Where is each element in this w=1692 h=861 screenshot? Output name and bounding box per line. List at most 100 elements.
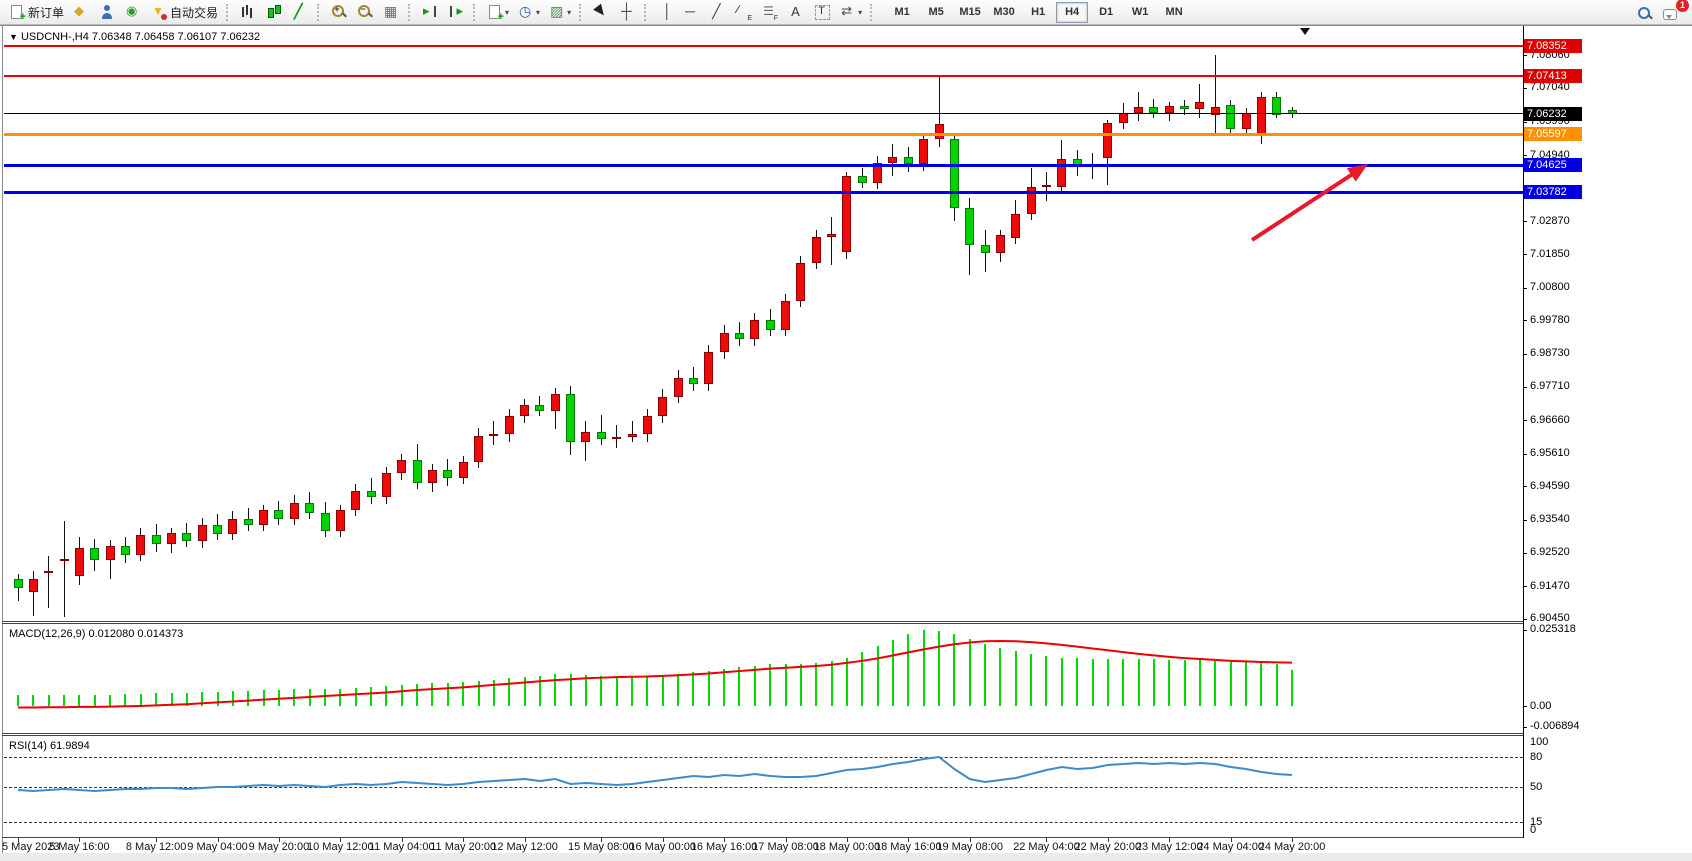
candle [136, 535, 145, 555]
price-tick [1523, 586, 1527, 587]
candle [152, 535, 161, 545]
candle [106, 546, 115, 560]
candle [198, 525, 207, 541]
market-icon [72, 3, 90, 21]
crosshair-button[interactable] [614, 1, 640, 24]
fibonacci-button[interactable] [757, 1, 783, 24]
candle [1119, 113, 1128, 123]
macd-histogram-bar [1260, 662, 1262, 706]
candle [704, 352, 713, 384]
templates-button[interactable]: ▾ [544, 1, 575, 24]
timeframe-h1[interactable]: H1 [1022, 2, 1054, 23]
price-tick-label: 6.97710 [1530, 380, 1570, 392]
signals-button[interactable] [94, 1, 120, 24]
zoom-in-button[interactable]: + [326, 1, 352, 24]
candle [428, 470, 437, 483]
time-label: 5 May 16:00 [39, 841, 119, 853]
price-level-line [4, 75, 1523, 77]
price-badge: 7.04625 [1524, 158, 1582, 172]
arrows-button[interactable]: ▾ [835, 1, 866, 24]
price-level-line [4, 191, 1523, 194]
price-tick-label: 7.02870 [1530, 215, 1570, 227]
macd-histogram-bar [124, 694, 126, 706]
chevron-down-icon: ▾ [505, 8, 509, 17]
rsi-axis-label: 50 [1530, 781, 1542, 793]
candle [1180, 106, 1189, 109]
arrows-icon [839, 3, 857, 21]
zoom-out-button[interactable]: − [352, 1, 378, 24]
periods-button[interactable]: ▾ [513, 1, 544, 24]
macd-axis-label: -0.006894 [1530, 720, 1580, 732]
price-tick-label: 6.93540 [1530, 513, 1570, 525]
indicators-button[interactable]: ▾ [482, 1, 513, 24]
timeframe-m5[interactable]: M5 [920, 2, 952, 23]
price-tick [1523, 553, 1527, 554]
macd-histogram-bar [1230, 661, 1232, 706]
autotrade-button[interactable]: 自动交易 [146, 1, 222, 24]
tile-windows-button[interactable] [378, 1, 404, 24]
macd-histogram-bar [431, 683, 433, 706]
new-order-button[interactable]: 新订单 [4, 1, 68, 24]
price-tick-label: 7.01850 [1530, 248, 1570, 260]
collapse-triangle-icon[interactable]: ▼ [9, 32, 18, 42]
notifications-button[interactable]: 1 [1658, 2, 1684, 25]
macd-histogram-bar [447, 683, 449, 706]
timeframe-d1[interactable]: D1 [1090, 2, 1122, 23]
chart-shift-marker-icon[interactable] [1300, 28, 1310, 35]
candle [796, 263, 805, 301]
bar-chart-button[interactable] [235, 1, 261, 24]
panel-divider[interactable] [2, 621, 1523, 622]
line-chart-button[interactable] [287, 1, 313, 24]
macd-histogram-bar [524, 677, 526, 706]
timeframe-m30[interactable]: M30 [988, 2, 1020, 23]
candle-chart-button[interactable] [261, 1, 287, 24]
macd-histogram-bar [462, 682, 464, 706]
timeframe-h4[interactable]: H4 [1056, 2, 1088, 23]
price-level-line [4, 45, 1523, 47]
text-label-button[interactable] [809, 1, 835, 24]
timeframe-m1[interactable]: M1 [886, 2, 918, 23]
macd-histogram-bar [232, 691, 234, 706]
macd-panel-surface[interactable] [3, 624, 1523, 733]
timeframe-w1[interactable]: W1 [1124, 2, 1156, 23]
macd-histogram-bar [953, 634, 955, 706]
cursor-button[interactable] [588, 1, 614, 24]
macd-histogram-bar [416, 684, 418, 706]
vertical-line-button[interactable] [653, 1, 679, 24]
price-tick [1523, 520, 1527, 521]
text-button[interactable] [783, 1, 809, 24]
candle [566, 394, 575, 442]
rsi-level-line [4, 822, 1523, 823]
candle-wick [831, 217, 832, 265]
zoom-in-icon: + [330, 3, 348, 21]
channel-button[interactable] [731, 1, 757, 24]
trendline-button[interactable] [705, 1, 731, 24]
chart-shift-button[interactable] [443, 1, 469, 24]
macd-histogram-bar [984, 644, 986, 706]
macd-histogram-bar [186, 693, 188, 706]
search-button[interactable] [1632, 2, 1658, 25]
auto-scroll-button[interactable] [417, 1, 443, 24]
macd-histogram-bar [585, 675, 587, 706]
candle [474, 436, 483, 463]
macd-histogram-bar [1153, 659, 1155, 706]
candle [581, 432, 590, 442]
macd-histogram-bar [570, 674, 572, 706]
macd-histogram-bar [969, 639, 971, 706]
macd-histogram-bar [32, 695, 34, 706]
macd-histogram-bar [140, 694, 142, 706]
timeframe-m15[interactable]: M15 [954, 2, 986, 23]
fibonacci-icon [761, 3, 779, 21]
candle [321, 513, 330, 531]
market-button[interactable] [68, 1, 94, 24]
candle [551, 394, 560, 411]
rsi-axis-label: 80 [1530, 751, 1542, 763]
news-button[interactable] [120, 1, 146, 24]
macd-histogram-bar [646, 677, 648, 706]
candle-wick [632, 421, 633, 441]
horizontal-line-button[interactable] [679, 1, 705, 24]
timeframe-bar: M1M5M15M30H1H4D1W1MN [885, 2, 1191, 23]
macd-histogram-bar [831, 661, 833, 706]
timeframe-mn[interactable]: MN [1158, 2, 1190, 23]
panel-divider[interactable] [2, 733, 1523, 734]
